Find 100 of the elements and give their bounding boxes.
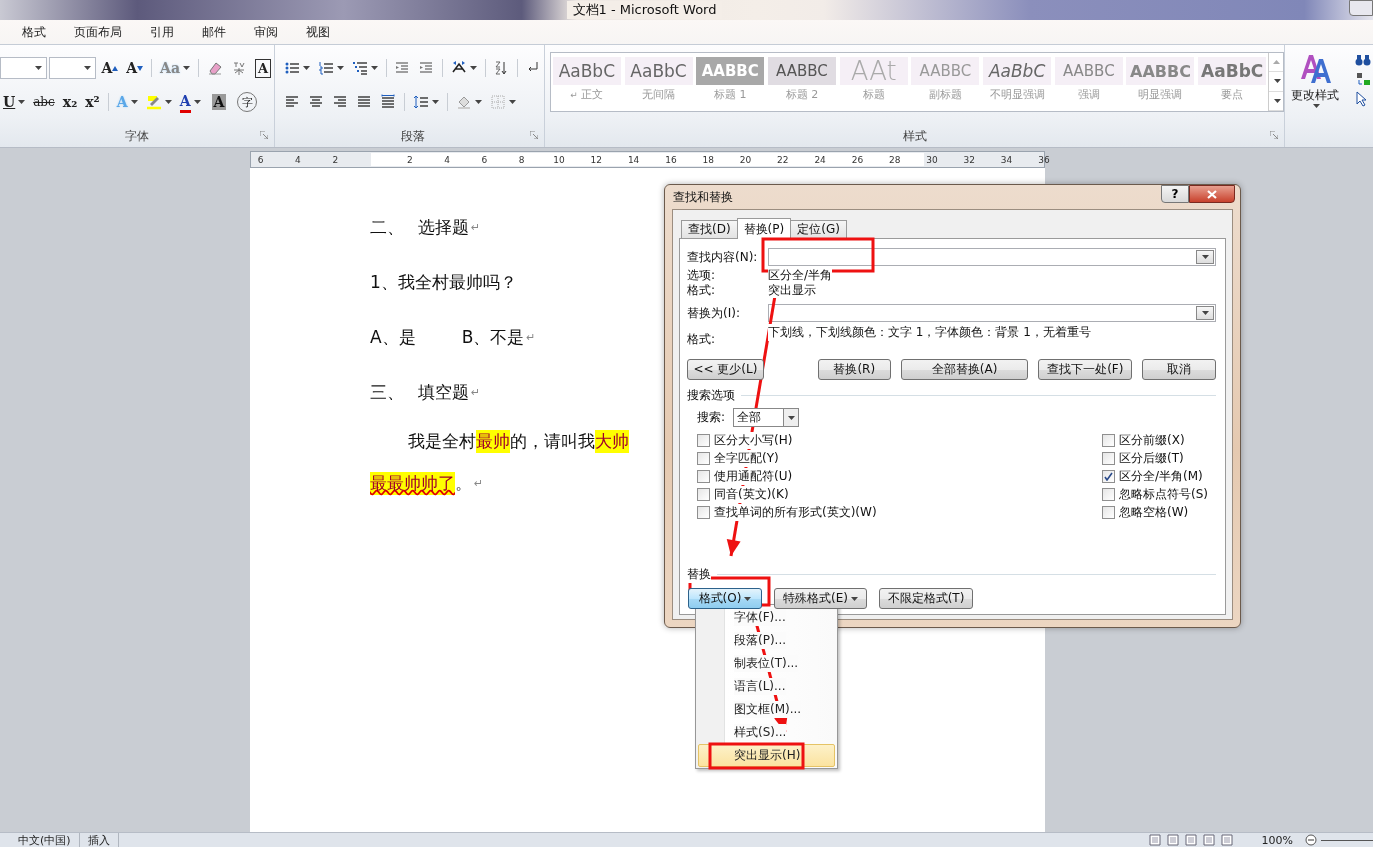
replace-field[interactable]: [768, 304, 1216, 322]
web-layout-icon[interactable]: [1183, 834, 1198, 846]
option-checkbox[interactable]: 同音(英文)(K): [697, 485, 1102, 503]
ruler-number: 34: [999, 154, 1014, 165]
ruler-number: 32: [962, 154, 976, 165]
menu-item[interactable]: 段落(P)...: [698, 629, 835, 652]
dialog-tab[interactable]: 替换(P): [736, 218, 792, 239]
dialog-button[interactable]: << 更少(L): [687, 359, 764, 380]
dropdown-arrow-icon: [130, 100, 138, 104]
character-shading-button[interactable]: A: [205, 91, 233, 113]
cursor-icon[interactable]: [1355, 91, 1369, 107]
style-item[interactable]: AaBbC 不明显强调: [981, 53, 1053, 111]
dropdown-arrow-icon: [469, 66, 477, 70]
justify-icon: [356, 94, 372, 110]
zoom-level[interactable]: 100%: [1261, 833, 1293, 847]
menu-item[interactable]: 图文框(M)...: [698, 698, 835, 721]
ribbon-tab[interactable]: 格式: [8, 23, 60, 41]
format-button[interactable]: 格式(O): [688, 588, 762, 609]
style-item[interactable]: AaBbC 要点: [1196, 53, 1269, 111]
dialog-tab[interactable]: 查找(D): [681, 220, 738, 238]
field-label: 格式:: [687, 331, 716, 348]
change-styles-button[interactable]: 更改样式: [1285, 45, 1345, 147]
reading-view-icon[interactable]: [1165, 834, 1180, 846]
strikethrough-button[interactable]: abc: [30, 91, 58, 113]
dialog-button[interactable]: 全部替换(A): [900, 359, 1029, 380]
shrink-font-button[interactable]: A: [123, 57, 147, 79]
dropdown-arrow-icon: [371, 66, 378, 70]
dialog-tab[interactable]: 定位(G): [790, 220, 847, 238]
insert-mode-status[interactable]: 插入: [79, 832, 119, 847]
ruler-number: 2: [405, 154, 414, 165]
superscript-button[interactable]: x²: [82, 91, 103, 113]
draft-view-icon[interactable]: [1219, 834, 1234, 846]
dropdown-arrow-icon: [1201, 311, 1209, 315]
close-button[interactable]: [1189, 185, 1235, 203]
heading-text: 选择题: [418, 216, 469, 239]
format-button[interactable]: 不限定格式(T): [879, 588, 973, 609]
menu-item[interactable]: 字体(F)...: [698, 606, 835, 629]
subscript-button[interactable]: x₂: [59, 91, 81, 113]
ribbon-tab[interactable]: 页面布局: [60, 23, 136, 41]
outline-view-icon[interactable]: [1201, 834, 1216, 846]
dialog-button[interactable]: 取消: [1142, 359, 1216, 380]
dropdown-arrow-icon: [164, 100, 172, 104]
ruler-number: 2: [331, 154, 340, 165]
ruler-number: 24: [813, 154, 827, 165]
field-label: 替换为(I):: [687, 304, 740, 322]
ruler-number: 6: [480, 154, 489, 165]
find-field[interactable]: [768, 248, 1216, 266]
ribbon-tab[interactable]: 引用: [136, 23, 188, 41]
dialog-launcher-icon[interactable]: [1270, 131, 1278, 139]
dropdown-arrow-icon: [509, 100, 516, 104]
menu-item[interactable]: 语言(L)...: [698, 675, 835, 698]
dialog-button[interactable]: 查找下一处(F): [1038, 359, 1133, 380]
style-item[interactable]: AaBbC 无间隔: [622, 53, 695, 111]
highlighter-icon: [145, 94, 162, 110]
dropdown-arrow-icon: [193, 100, 201, 104]
restore-button[interactable]: [1349, 0, 1373, 16]
ribbon-tab[interactable]: 审阅: [240, 23, 292, 41]
font-color-button[interactable]: A: [176, 91, 204, 113]
format-value: 下划线，下划线颜色：文字 1，字体颜色：背景 1，无着重号: [768, 324, 1091, 341]
font-size-field[interactable]: [49, 57, 97, 79]
print-layout-icon[interactable]: [1147, 834, 1162, 846]
dropdown-arrow-icon: [432, 100, 439, 104]
ruler-number: 4: [443, 154, 451, 165]
binoculars-icon[interactable]: [1355, 53, 1371, 67]
ruler-number: 30: [925, 154, 939, 165]
group-label: 样式: [902, 127, 927, 145]
search-direction-select[interactable]: 全部: [733, 408, 800, 427]
option-checkbox[interactable]: 全字匹配(Y): [697, 449, 1102, 467]
line-spacing-icon: [413, 94, 429, 110]
menu-item[interactable]: 样式(S)...: [698, 721, 835, 744]
dialog-launcher-icon[interactable]: [530, 131, 538, 139]
replace-icon[interactable]: [1355, 71, 1371, 87]
dialog-button[interactable]: 替换(R): [817, 359, 891, 380]
grow-font-button[interactable]: A: [98, 57, 122, 79]
ribbon-tab[interactable]: 邮件: [188, 23, 240, 41]
language-status[interactable]: 中文(中国): [0, 832, 80, 847]
dropdown-arrow-icon: [183, 66, 190, 70]
style-item[interactable]: AaBbC ↵ 正文: [551, 53, 623, 111]
bullet-list-icon: [284, 60, 300, 76]
menu-item[interactable]: 突出显示(H): [698, 744, 835, 767]
underline-button[interactable]: U: [0, 91, 29, 113]
answer-option: B、不是: [461, 326, 525, 349]
scroll-up-icon[interactable]: [1272, 60, 1280, 65]
help-button[interactable]: ?: [1161, 185, 1189, 203]
font-name-field[interactable]: [0, 57, 48, 79]
ruler-number: 22: [776, 154, 790, 165]
ruler-number: 8: [517, 154, 526, 165]
option-checkbox[interactable]: 查找单词的所有形式(英文)(W): [697, 503, 1102, 521]
numbered-list-icon: [318, 60, 334, 76]
dialog-launcher-icon[interactable]: [260, 131, 268, 139]
highlighted-text: 最帅: [476, 429, 510, 453]
ribbon-tab[interactable]: 视图: [292, 23, 344, 41]
menu-item[interactable]: 制表位(T)...: [698, 652, 835, 675]
paragraph-mark: ↵: [471, 386, 481, 399]
zoom-out-icon[interactable]: [1305, 834, 1317, 846]
dialog-title: 查找和替换: [672, 188, 733, 206]
option-checkbox[interactable]: 区分大小写(H): [697, 431, 1102, 449]
style-item[interactable]: AABBC 标题 2: [766, 53, 838, 111]
format-button[interactable]: 特殊格式(E): [774, 588, 867, 609]
option-checkbox[interactable]: 使用通配符(U): [697, 467, 1102, 485]
